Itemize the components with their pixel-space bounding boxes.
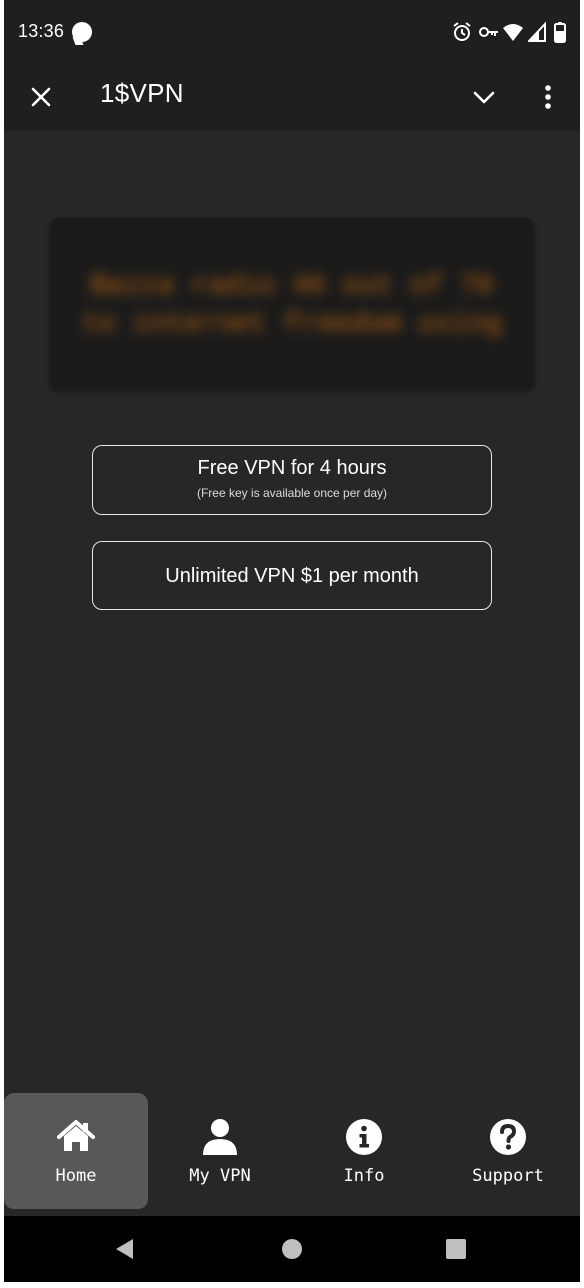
help-icon	[490, 1119, 526, 1155]
bottom-nav: Home My VPN Info Support	[4, 1093, 580, 1215]
free-vpn-button[interactable]: Free VPN for 4 hours (Free key is availa…	[92, 445, 492, 515]
free-vpn-sublabel: (Free key is available once per day)	[196, 486, 388, 500]
home-circle-icon[interactable]	[278, 1235, 306, 1263]
alarm-icon	[453, 22, 471, 41]
unlimited-vpn-button[interactable]: Unlimited VPN $1 per month	[92, 541, 492, 610]
nav-label-my-vpn: My VPN	[189, 1166, 251, 1186]
more-vert-icon[interactable]	[532, 81, 564, 113]
nav-label-support: Support	[472, 1166, 544, 1186]
blurred-banner: Bazza radio 46 out of 76 to internet fre…	[50, 218, 534, 390]
status-bar: 13:36	[4, 0, 580, 64]
free-vpn-label: Free VPN for 4 hours	[197, 457, 387, 479]
vpn-key-icon	[479, 27, 498, 37]
status-time: 13:36	[18, 21, 65, 41]
phone-screen: 13:36 1$VPN Bazza radio 46 out of 76 to …	[4, 0, 580, 1282]
nav-item-my-vpn[interactable]: My VPN	[148, 1093, 292, 1209]
app-bar: 1$VPN	[4, 64, 580, 130]
nav-label-info: Info	[343, 1166, 385, 1186]
person-icon	[203, 1119, 237, 1155]
home-icon	[57, 1120, 95, 1151]
nav-item-support[interactable]: Support	[436, 1093, 580, 1209]
chevron-down-icon[interactable]	[468, 81, 500, 113]
banner-text: Bazza radio 46 out of 76 to internet fre…	[81, 271, 503, 340]
wifi-icon	[503, 24, 523, 41]
close-icon[interactable]	[25, 81, 57, 113]
nav-item-info[interactable]: Info	[292, 1093, 436, 1209]
battery-icon	[554, 22, 566, 43]
signal-icon	[528, 21, 546, 42]
app-title: 1$VPN	[100, 78, 184, 108]
back-icon[interactable]	[111, 1235, 139, 1263]
system-nav-bar	[4, 1216, 580, 1282]
recents-icon[interactable]	[442, 1235, 470, 1263]
unlimited-vpn-label: Unlimited VPN $1 per month	[165, 565, 419, 587]
nav-item-home[interactable]: Home	[4, 1093, 148, 1209]
chat-bubble-icon	[72, 22, 92, 42]
nav-label-home: Home	[55, 1166, 97, 1186]
info-icon	[346, 1119, 382, 1155]
